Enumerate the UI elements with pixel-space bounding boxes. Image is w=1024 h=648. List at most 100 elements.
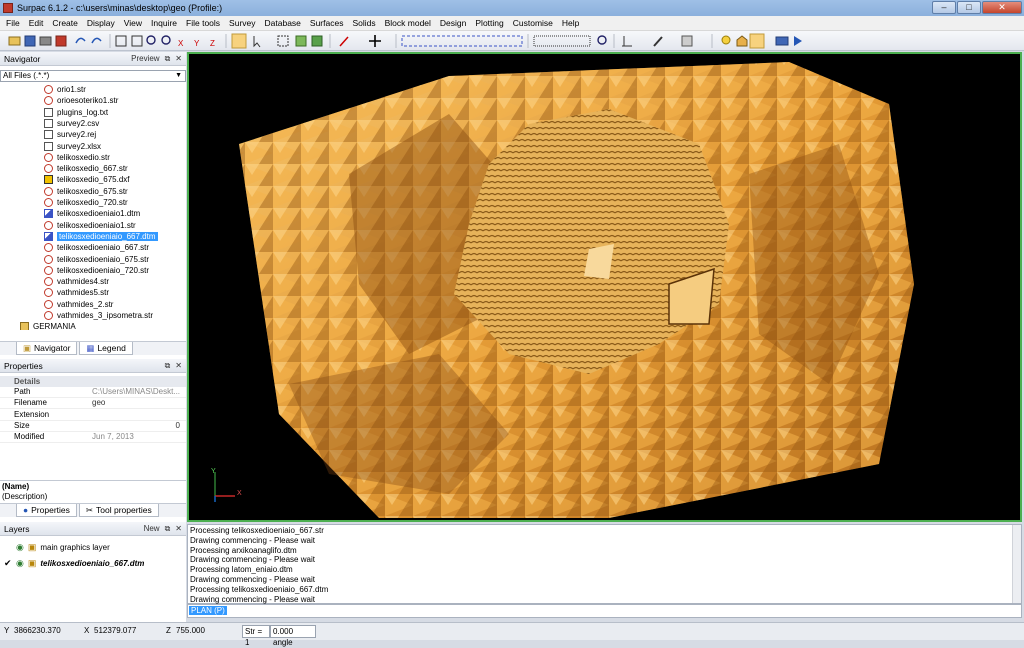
menu-design[interactable]: Design — [440, 18, 466, 28]
menu-create[interactable]: Create — [52, 18, 78, 28]
home-icon[interactable] — [736, 35, 748, 47]
menu-file-tools[interactable]: File tools — [186, 18, 220, 28]
zoom-box-icon[interactable] — [131, 35, 143, 47]
property-row[interactable]: Modified Jun 7, 2013 — [0, 432, 186, 444]
layer-item[interactable]: ✔ ◉ ▣ telikosxedioeniaio_667.dtm — [4, 556, 144, 570]
close-pane-icon[interactable]: ✕ — [175, 361, 182, 371]
file-tree-item[interactable]: plugins_log.txt — [44, 107, 108, 118]
find-icon[interactable] — [597, 35, 607, 45]
file-tree-item[interactable]: telikosxedio_667.str — [44, 163, 128, 174]
tab-properties[interactable]: ● Properties — [16, 504, 77, 517]
menu-block-model[interactable]: Block model — [385, 18, 431, 28]
string-tools-icon[interactable] — [401, 35, 523, 47]
file-filter-select[interactable]: All Files (.*.*) ▼ — [0, 70, 186, 82]
file-tree-item[interactable]: vathmides4.str — [44, 276, 109, 287]
measure-icon[interactable] — [339, 36, 349, 47]
file-tree-item[interactable]: survey2.csv — [44, 118, 99, 129]
layer-item[interactable]: ◉ ▣ main graphics layer — [4, 540, 110, 554]
file-tree-item[interactable]: telikosxedio_720.str — [44, 197, 128, 208]
file-tree-item[interactable]: vathmides_3_ipsometra.str — [44, 310, 153, 321]
rotate-x-icon[interactable]: X — [178, 39, 184, 48]
float-icon[interactable]: ⧉ — [165, 524, 171, 534]
file-tree-item[interactable]: survey2.xlsx — [44, 141, 101, 152]
file-tree-item[interactable]: telikosxedioeniaio1.str — [44, 220, 136, 231]
menu-inquire[interactable]: Inquire — [151, 18, 177, 28]
graphics-viewport[interactable]: Y X — [187, 52, 1022, 522]
plot-icon[interactable] — [622, 36, 632, 47]
menu-view[interactable]: View — [124, 18, 142, 28]
redo-icon[interactable] — [91, 37, 102, 44]
close-button[interactable]: ✕ — [982, 1, 1022, 14]
properties-icon[interactable] — [681, 35, 693, 47]
file-tree-item[interactable]: GERMANIA — [20, 321, 76, 330]
open-icon[interactable] — [8, 36, 21, 46]
property-row[interactable]: Size 0 — [0, 421, 186, 432]
property-row[interactable]: Path C:\Users\MINAS\Deskt... — [0, 387, 186, 398]
undo-icon[interactable] — [75, 37, 86, 44]
tab-tool-properties[interactable]: ✂ Tool properties — [78, 504, 159, 517]
menu-plotting[interactable]: Plotting — [475, 18, 503, 28]
menu-survey[interactable]: Survey — [229, 18, 255, 28]
light-icon[interactable] — [721, 35, 731, 45]
highlight-icon[interactable] — [749, 33, 765, 49]
menu-solids[interactable]: Solids — [352, 18, 375, 28]
maximize-button[interactable]: □ — [957, 1, 981, 14]
details-section[interactable]: Details — [0, 376, 186, 387]
float-icon[interactable]: ⧉ — [165, 361, 171, 371]
zoom-out-icon[interactable] — [161, 35, 171, 45]
visibility-icon[interactable]: ◉ — [16, 542, 24, 553]
section-tools-icon[interactable] — [533, 35, 591, 47]
stop-icon[interactable] — [55, 35, 67, 47]
menu-database[interactable]: Database — [265, 18, 301, 28]
select-icon[interactable] — [253, 36, 261, 48]
menu-display[interactable]: Display — [87, 18, 115, 28]
new-layer-button[interactable]: New — [144, 524, 160, 534]
menu-edit[interactable]: Edit — [29, 18, 44, 28]
pencil-icon[interactable] — [653, 36, 663, 47]
lock-icon[interactable]: ▣ — [28, 542, 37, 553]
file-tree-item[interactable]: telikosxedioeniaio1.dtm — [44, 208, 140, 219]
file-tree-item[interactable]: telikosxedio_675.dxf — [44, 174, 130, 185]
play-icon[interactable] — [794, 36, 802, 46]
menu-help[interactable]: Help — [562, 18, 579, 28]
minimize-button[interactable]: – — [932, 1, 956, 14]
chevron-down-icon[interactable]: ▼ — [175, 71, 182, 81]
pan-icon[interactable] — [231, 33, 247, 49]
file-tree-item[interactable]: telikosxedioeniaio_720.str — [44, 265, 149, 276]
menu-surfaces[interactable]: Surfaces — [310, 18, 344, 28]
command-line[interactable]: PLAN (P) — [187, 604, 1022, 618]
rotate-z-icon[interactable]: Z — [210, 39, 215, 48]
preview-button[interactable]: Preview — [131, 54, 159, 64]
crosshair-icon[interactable] — [369, 35, 381, 47]
close-pane-icon[interactable]: ✕ — [175, 54, 182, 64]
visibility-icon[interactable]: ◉ — [16, 558, 24, 569]
file-tree-item[interactable]: orio1.str — [44, 84, 86, 95]
layer-icon[interactable] — [295, 35, 307, 47]
layer-edit-icon[interactable] — [311, 35, 323, 47]
tab-navigator[interactable]: ▣ Navigator — [16, 342, 78, 355]
view-icon[interactable] — [775, 36, 789, 46]
zoom-extents-icon[interactable] — [115, 35, 127, 47]
lock-icon[interactable]: ▣ — [28, 558, 37, 569]
file-tree-item[interactable]: telikosxedioeniaio_675.str — [44, 254, 149, 265]
rotate-y-icon[interactable]: Y — [194, 39, 200, 48]
file-tree-item[interactable]: telikosxedioeniaio_667.dtm — [44, 231, 158, 242]
file-tree-item[interactable]: vathmides_2.str — [44, 299, 113, 310]
zoom-icon[interactable] — [146, 35, 156, 45]
tab-legend[interactable]: ▦ Legend — [79, 342, 133, 355]
console-scrollbar[interactable] — [1012, 525, 1021, 603]
menu-customise[interactable]: Customise — [513, 18, 553, 28]
file-tree-item[interactable]: telikosxedio.str — [44, 152, 110, 163]
float-icon[interactable]: ⧉ — [165, 54, 171, 64]
property-row[interactable]: Extension — [0, 410, 186, 421]
select-box-icon[interactable] — [277, 35, 289, 47]
print-icon[interactable] — [39, 36, 52, 46]
menu-file[interactable]: File — [6, 18, 20, 28]
file-tree-item[interactable]: vathmides5.str — [44, 287, 109, 298]
file-tree-item[interactable]: telikosxedio_675.str — [44, 186, 128, 197]
file-tree-item[interactable]: telikosxedioeniaio_667.str — [44, 242, 149, 253]
file-tree-item[interactable]: orioesoteriko1.str — [44, 95, 118, 106]
save-icon[interactable] — [24, 35, 36, 47]
close-pane-icon[interactable]: ✕ — [175, 524, 182, 534]
property-row[interactable]: Filename geo — [0, 398, 186, 410]
